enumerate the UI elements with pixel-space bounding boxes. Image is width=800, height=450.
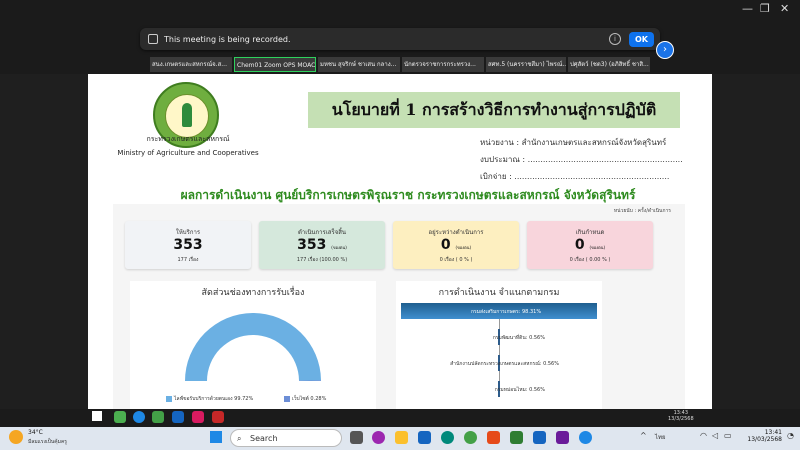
org-name-english: Ministry of Agriculture and Cooperatives xyxy=(117,149,259,157)
app-icon[interactable] xyxy=(533,431,546,444)
card-sub: 177 เรื่อง (100.00 %) xyxy=(296,257,348,263)
search-label: Search xyxy=(250,434,278,443)
weather-icon[interactable] xyxy=(9,430,23,444)
language-indicator[interactable]: ไทย xyxy=(655,432,666,442)
participant-thumb[interactable]: สนง.เกษตรและสหกรณ์จ.ส... xyxy=(150,57,232,72)
participant-thumb[interactable]: ปศุสัตว์ (ชด3) (อภิสิทธิ์ ชาสิ... xyxy=(568,57,650,72)
legend-item: เว็บไซต์ 0.28% xyxy=(284,395,326,403)
file-explorer-icon[interactable] xyxy=(395,431,408,444)
department-panel: การดำเนินงาน จำแนกตามกรม กรมส่งเสริมการเ… xyxy=(396,281,602,409)
task-view-icon[interactable] xyxy=(350,431,363,444)
close-icon[interactable]: ✕ xyxy=(780,2,789,15)
channel-panel: สัดส่วนช่องทางการรับเรื่อง ไลฟ์ขอรับบริก… xyxy=(130,281,376,409)
card-completed: ดำเนินการเสร็จสิ้น 353 (ของตน) 177 เรื่อ… xyxy=(259,221,385,269)
excel-icon[interactable] xyxy=(510,431,523,444)
card-value: 353 (ของตน) xyxy=(297,237,347,253)
card-sub: 177 เรื่อง xyxy=(177,257,199,263)
org-name-thai: กระทรวงเกษตรและสหกรณ์ xyxy=(146,135,230,143)
teams-icon[interactable] xyxy=(556,431,569,444)
card-value: 0 (ของตน) xyxy=(440,237,472,253)
search-box[interactable]: ⌕ Search xyxy=(230,429,342,447)
chrome-icon[interactable] xyxy=(464,431,477,444)
card-label: อยู่ระหว่างดำเนินการ xyxy=(428,229,484,236)
connector-line xyxy=(499,319,500,329)
zoom-clock: 13:43 13/3/2568 xyxy=(668,410,694,422)
legend-swatch xyxy=(284,395,290,402)
ok-button[interactable]: OK xyxy=(629,31,654,47)
recording-icon xyxy=(148,34,158,44)
recording-banner: This meeting is being recorded. i OK xyxy=(140,28,660,50)
department-panel-title: การดำเนินงาน จำแนกตามกรม xyxy=(438,288,560,298)
card-overdue: เกินกำหนด 0 (ของตน) 0 เรื่อง ( 0.00 % ) xyxy=(527,221,653,269)
zoom-app-icon[interactable] xyxy=(579,431,592,444)
unit-label: หน่วยนับ : ครั้ง/ดำเนินการ xyxy=(613,208,671,214)
participant-thumb[interactable]: มหชน สุจริกษ์ ชาเสน กลาง... xyxy=(318,57,400,72)
recording-text: This meeting is being recorded. xyxy=(164,34,291,44)
card-in-progress: อยู่ระหว่างดำเนินการ 0 (ของตน) 0 เรื่อง … xyxy=(393,221,519,269)
result-title: ผลการดำเนินงาน ศูนย์บริการเกษตรพิรุณราช … xyxy=(180,188,636,202)
dashboard: หน่วยนับ : ครั้ง/ดำเนินการ ให้บริการ 353… xyxy=(113,204,685,409)
card-label: เกินกำหนด xyxy=(575,229,605,236)
app-icon[interactable] xyxy=(114,411,126,423)
app-icon[interactable] xyxy=(152,411,164,423)
battery-icon[interactable]: ▭ xyxy=(724,431,732,440)
agency-line: หน่วยงาน : สำนักงานเกษตรและสหกรณ์จังหวัด… xyxy=(480,138,667,147)
notification-icon[interactable]: ◔ xyxy=(787,431,794,440)
card-label: ให้บริการ xyxy=(175,229,201,236)
card-sub: 0 เรื่อง ( 0 % ) xyxy=(439,257,473,263)
donut-chart xyxy=(185,312,321,381)
weather-text: มีลมแรงเป็นคุ้มครู xyxy=(28,439,67,445)
department-bar-label: สำนักงานปลัดกระทรวงเกษตรและสหกรณ์: 0.56% xyxy=(450,361,559,367)
card-label: ดำเนินการเสร็จสิ้น xyxy=(298,229,346,236)
connector-line xyxy=(499,371,500,381)
windows-icon[interactable] xyxy=(92,411,102,421)
outlook-icon[interactable] xyxy=(172,411,184,423)
restore-icon[interactable]: ❐ xyxy=(760,2,770,15)
department-bar-label: กรมส่งเสริมการเกษตร: 98.31% xyxy=(471,309,542,315)
wifi-icon[interactable]: ◠ xyxy=(700,431,707,440)
connector-line xyxy=(499,345,500,355)
department-bar-label: กรมพัฒนาที่ดิน: 0.56% xyxy=(492,335,545,341)
card-value: 353 xyxy=(173,237,203,253)
legend-item: ไลฟ์ขอรับบริการด้วยตนเอง 99.72% xyxy=(166,395,253,403)
zoom-app-icon[interactable] xyxy=(192,411,204,423)
policy-title: นโยบายที่ 1 การสร้างวิธีการทำงานสู่การปฏ… xyxy=(308,92,680,128)
info-icon[interactable]: i xyxy=(609,33,621,45)
minimize-icon[interactable]: — xyxy=(742,2,753,15)
system-clock[interactable]: 13:41 13/03/2568 xyxy=(742,429,782,443)
participant-thumb[interactable]: สศท.5 (นครราชสีมา) ไพรณ์... xyxy=(486,57,566,72)
volume-icon[interactable]: ◁ xyxy=(712,431,718,440)
shared-slide: กระทรวงเกษตรและสหกรณ์ Ministry of Agricu… xyxy=(88,74,712,409)
copilot-icon[interactable] xyxy=(372,431,385,444)
start-icon[interactable] xyxy=(210,431,222,443)
powerpoint-icon[interactable] xyxy=(487,431,500,444)
pdf-icon[interactable] xyxy=(212,411,224,423)
card-sub: 0 เรื่อง ( 0.00 % ) xyxy=(569,257,611,263)
disbursed-line: เบิกจ่าย : .............................… xyxy=(480,172,670,181)
donut-slice xyxy=(185,312,321,381)
tray-chevron-icon[interactable]: ^ xyxy=(640,431,647,440)
department-bar-label: กรมหม่อนไหม: 0.56% xyxy=(494,387,545,393)
weather-temp: 34°C xyxy=(28,429,43,436)
word-icon[interactable] xyxy=(418,431,431,444)
edge-icon[interactable] xyxy=(133,411,145,423)
next-page-icon[interactable]: › xyxy=(656,41,674,59)
participant-thumb[interactable]: นักตรวจราชการกระทรวง... xyxy=(402,57,484,72)
card-service: ให้บริการ 353 177 เรื่อง xyxy=(125,221,251,269)
search-icon: ⌕ xyxy=(237,434,242,443)
budget-line: งบประมาณ : .............................… xyxy=(480,155,683,164)
participant-thumb[interactable]: Chem01 Zoom OPS MOAC xyxy=(234,57,316,72)
edge-icon[interactable] xyxy=(441,431,454,444)
department-bar-chart: กรมส่งเสริมการเกษตร: 98.31% กรมพัฒนาที่ดิ… xyxy=(396,299,602,409)
card-value: 0 (ของตน) xyxy=(574,237,606,253)
legend-swatch xyxy=(166,395,172,402)
